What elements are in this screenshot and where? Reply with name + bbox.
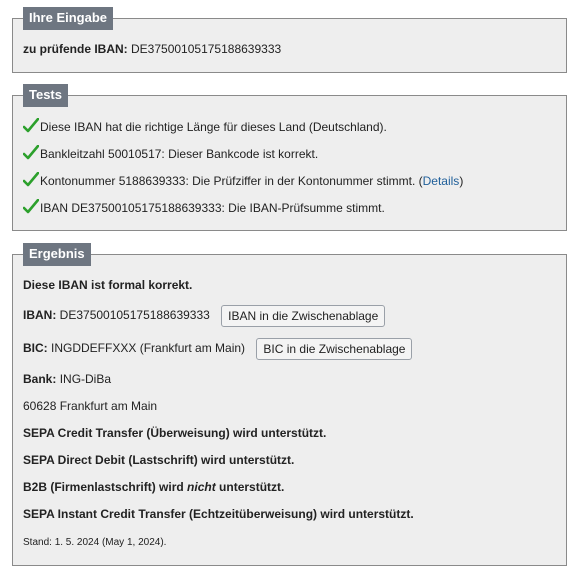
test-item: Diese IBAN hat die richtige Länge für di… — [23, 118, 387, 135]
b2b-emphasis: nicht — [187, 480, 216, 494]
result-bic-value: INGDDEFFXXX (Frankfurt am Main) — [51, 341, 246, 355]
result-bic-row: BIC: INGDDEFFXXX (Frankfurt am Main) BIC… — [23, 337, 413, 360]
iban-input-value: DE37500105175188639333 — [131, 42, 282, 56]
b2b-text-after: unterstützt. — [215, 480, 285, 494]
result-panel-title: Ergebnis — [23, 243, 91, 266]
test-item-text: Diese IBAN hat die richtige Länge für di… — [40, 120, 387, 134]
tests-panel-title: Tests — [23, 84, 68, 107]
test-item-text: Bankleitzahl 50010517: Dieser Bankcode i… — [40, 147, 319, 161]
input-panel: Ihre Eingabe zu prüfende IBAN: DE3750010… — [12, 7, 567, 73]
result-panel: Ergebnis Diese IBAN ist formal korrekt. … — [12, 243, 567, 566]
test-item-text-after: ) — [459, 174, 464, 188]
test-item-text: IBAN DE37500105175188639333: Die IBAN-Pr… — [40, 201, 385, 215]
result-iban-label: IBAN: — [23, 308, 57, 322]
test-item-text: Kontonummer 5188639333: Die Prüfziffer i… — [40, 174, 423, 188]
result-iban-value: DE37500105175188639333 — [59, 308, 210, 322]
check-icon — [23, 118, 39, 133]
result-bank-row: Bank: ING-DiBa — [23, 371, 111, 387]
test-item: Bankleitzahl 50010517: Dieser Bankcode i… — [23, 145, 318, 162]
test-item: IBAN DE37500105175188639333: Die IBAN-Pr… — [23, 199, 385, 216]
check-icon — [23, 145, 39, 160]
b2b-status: B2B (Firmenlastschrift) wird nicht unter… — [23, 479, 284, 495]
result-iban-row: IBAN: DE37500105175188639333 IBAN in die… — [23, 304, 386, 327]
check-icon — [23, 199, 39, 214]
sepa-credit-transfer: SEPA Credit Transfer (Überweisung) wird … — [23, 426, 327, 440]
result-bank-value: ING-DiBa — [59, 372, 112, 386]
details-link[interactable]: Details — [423, 174, 460, 188]
input-panel-title: Ihre Eingabe — [23, 7, 114, 30]
result-summary: Diese IBAN ist formal korrekt. — [23, 278, 193, 292]
sepa-instant: SEPA Instant Credit Transfer (Echtzeitüb… — [23, 507, 414, 521]
iban-input-label: zu prüfende IBAN: — [23, 42, 128, 56]
check-icon — [23, 172, 39, 187]
copy-bic-button[interactable]: BIC in die Zwischenablage — [256, 337, 413, 360]
iban-input-row: zu prüfende IBAN: DE37500105175188639333 — [23, 41, 281, 57]
result-bank-label: Bank: — [23, 372, 57, 386]
sepa-direct-debit: SEPA Direct Debit (Lastschrift) wird unt… — [23, 453, 295, 467]
result-city: 60628 Frankfurt am Main — [23, 399, 158, 413]
test-item: Kontonummer 5188639333: Die Prüfziffer i… — [23, 172, 463, 189]
tests-panel: Tests Diese IBAN hat die richtige Länge … — [12, 84, 567, 231]
copy-iban-button[interactable]: IBAN in die Zwischenablage — [221, 304, 386, 327]
stand-date: Stand: 1. 5. 2024 (May 1, 2024). — [23, 537, 167, 548]
b2b-text-before: B2B (Firmenlastschrift) wird — [23, 480, 188, 494]
result-bic-label: BIC: — [23, 341, 48, 355]
